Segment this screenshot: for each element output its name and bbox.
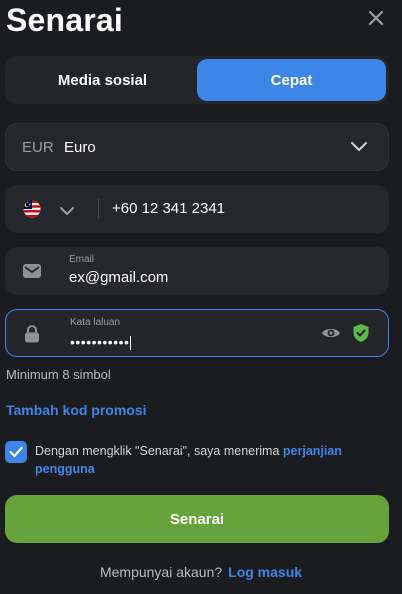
email-label: Email: [69, 254, 95, 265]
registration-tabs: Media sosial Cepat: [5, 56, 389, 104]
consent-text: Dengan mengklik "Senarai", saya menerima…: [35, 444, 342, 476]
currency-select[interactable]: EUR Euro: [5, 123, 389, 171]
close-icon[interactable]: [366, 8, 386, 28]
eye-icon[interactable]: [321, 326, 341, 345]
password-field[interactable]: Kata laluan •••••••••••: [5, 309, 389, 357]
check-icon: [9, 446, 23, 458]
consent-checkbox[interactable]: [5, 441, 27, 463]
malaysia-flag-icon: [22, 200, 42, 218]
phone-field: +60 12 341 2341: [5, 185, 389, 233]
password-label: Kata laluan: [70, 317, 121, 328]
have-account-text: Mempunyai akaun?: [99, 564, 223, 580]
email-input[interactable]: ex@gmail.com: [69, 269, 168, 286]
email-field[interactable]: Email ex@gmail.com: [5, 247, 389, 295]
tab-quick[interactable]: Cepat: [197, 59, 386, 101]
shield-check-icon: [352, 323, 370, 348]
divider: [98, 199, 99, 219]
password-hint: Minimum 8 simbol: [6, 367, 111, 382]
phone-input[interactable]: +60 12 341 2341: [112, 200, 225, 217]
register-button[interactable]: Senarai: [5, 495, 389, 543]
add-promo-code-link[interactable]: Tambah kod promosi: [6, 402, 147, 418]
lock-icon: [23, 324, 41, 349]
footer: Mempunyai akaun? Log masuk: [0, 564, 402, 580]
password-input[interactable]: •••••••••••: [70, 334, 132, 351]
currency-code: EUR: [22, 139, 54, 156]
country-chevron-down-icon[interactable]: [59, 203, 75, 221]
tab-social-media[interactable]: Media sosial: [8, 59, 197, 101]
login-link[interactable]: Log masuk: [228, 564, 302, 580]
chevron-down-icon: [350, 140, 368, 158]
currency-name: Euro: [64, 139, 96, 156]
envelope-icon: [22, 261, 42, 286]
page-title: Senarai: [6, 2, 124, 38]
